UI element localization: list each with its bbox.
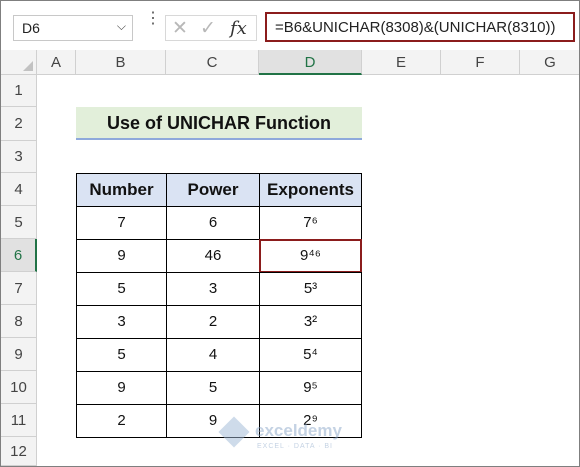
table-cell-number[interactable]: 3 [76,305,167,339]
table-cell-exponent[interactable]: 7⁶ [259,206,362,240]
close-icon[interactable]: ✕ [172,17,188,40]
table-header-power[interactable]: Power [166,173,260,207]
table-cell-number[interactable]: 9 [76,371,167,405]
table-cell-power[interactable]: 6 [166,206,260,240]
row-header-4[interactable]: 4 [1,173,37,206]
name-box-value: D6 [22,20,40,36]
column-header-c[interactable]: C [166,50,259,75]
select-all-button[interactable] [1,50,37,75]
table-cell-number[interactable]: 5 [76,272,167,306]
table-cell-power[interactable]: 2 [166,305,260,339]
row-header-9[interactable]: 9 [1,338,37,371]
spreadsheet-window: D6 ⌵ ⋮ ✕ ✓ fx =B6&UNICHAR(8308)&(UNICHAR… [0,0,580,467]
table-cell-power[interactable]: 4 [166,338,260,372]
sheet-title[interactable]: Use of UNICHAR Function [76,107,362,140]
column-header-g[interactable]: G [520,50,579,75]
table-cell-power[interactable]: 5 [166,371,260,405]
row-header-10[interactable]: 10 [1,371,37,404]
column-header-a[interactable]: A [37,50,76,75]
watermark: exceldemy EXCEL · DATA · BI [218,416,373,455]
table-cell-exponent[interactable]: 9⁵ [259,371,362,405]
row-header-6[interactable]: 6 [1,239,37,272]
watermark-name: exceldemy [255,421,342,440]
formula-text: =B6&UNICHAR(8308)&(UNICHAR(8310)) [275,19,556,36]
table-cell-exponent[interactable]: 3² [259,305,362,339]
table-cell-exponent[interactable]: 5³ [259,272,362,306]
row-header-8[interactable]: 8 [1,305,37,338]
column-header-f[interactable]: F [441,50,520,75]
table-cell-number[interactable]: 2 [76,404,167,438]
formula-buttons: ✕ ✓ fx [165,15,257,41]
insert-function-icon[interactable]: fx [230,18,247,39]
formula-input[interactable]: =B6&UNICHAR(8308)&(UNICHAR(8310)) [265,12,575,42]
check-icon[interactable]: ✓ [200,17,216,40]
active-cell-d6[interactable]: 9⁴⁶ [259,239,362,273]
table-cell-number[interactable]: 5 [76,338,167,372]
column-header-b[interactable]: B [76,50,166,75]
table-cell-exponent[interactable]: 5⁴ [259,338,362,372]
row-header-1[interactable]: 1 [1,75,37,107]
column-header-e[interactable]: E [362,50,441,75]
row-header-2[interactable]: 2 [1,107,37,141]
more-options-icon[interactable]: ⋮ [145,11,161,27]
table-cell-power[interactable]: 46 [166,239,260,273]
chevron-down-icon[interactable]: ⌵ [117,19,126,34]
watermark-tagline: EXCEL · DATA · BI [257,443,333,450]
column-header-d[interactable]: D [259,50,362,75]
table-cell-number[interactable]: 7 [76,206,167,240]
select-all-triangle-icon [23,61,33,71]
row-header-7[interactable]: 7 [1,272,37,305]
table-cell-power[interactable]: 3 [166,272,260,306]
row-header-3[interactable]: 3 [1,141,37,173]
row-header-12[interactable]: 12 [1,437,37,466]
name-box[interactable]: D6 ⌵ [13,15,133,41]
formula-bar: D6 ⌵ ⋮ ✕ ✓ fx =B6&UNICHAR(8308)&(UNICHAR… [1,1,579,49]
table-header-exponents[interactable]: Exponents [259,173,362,207]
table-header-number[interactable]: Number [76,173,167,207]
row-header-11[interactable]: 11 [1,404,37,437]
row-header-5[interactable]: 5 [1,206,37,239]
exceldemy-logo-icon [218,416,250,448]
table-cell-number[interactable]: 9 [76,239,167,273]
